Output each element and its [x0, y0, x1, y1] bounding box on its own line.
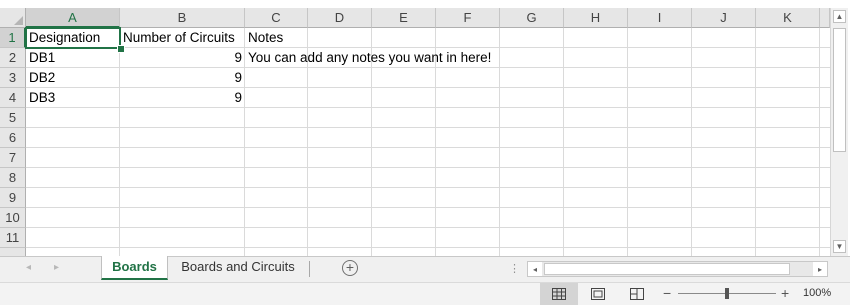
column-header-j[interactable]: J — [692, 8, 756, 28]
cell-a3[interactable]: DB2 — [26, 68, 120, 88]
row-header-9[interactable]: 9 — [0, 188, 26, 208]
sheet-tab-bar: ◂ ▸ Boards Boards and Circuits + ⋮ ◂ ▸ — [0, 256, 850, 282]
row-header-5[interactable]: 5 — [0, 108, 26, 128]
gridline — [691, 28, 692, 256]
cell-a2[interactable]: DB1 — [26, 48, 120, 68]
gridline — [26, 247, 830, 248]
row-header-12-partial — [0, 248, 26, 256]
column-header-f[interactable]: F — [436, 8, 500, 28]
column-header-b[interactable]: B — [120, 8, 245, 28]
column-header-i[interactable]: I — [628, 8, 692, 28]
row-header-3[interactable]: 3 — [0, 68, 26, 88]
normal-view-icon — [552, 288, 566, 300]
row-header-1[interactable]: 1 — [0, 28, 26, 48]
cell-c1[interactable]: Notes — [245, 28, 308, 48]
sheet-tab-boards-and-circuits[interactable]: Boards and Circuits — [170, 256, 306, 280]
vertical-scroll-thumb[interactable] — [833, 28, 846, 152]
gridline — [26, 207, 830, 208]
column-header-g[interactable]: G — [500, 8, 564, 28]
zoom-in-button[interactable]: + — [781, 285, 789, 301]
next-sheet-icon[interactable]: ▸ — [54, 262, 59, 273]
cell-a4[interactable]: DB3 — [26, 88, 120, 108]
add-sheet-icon[interactable]: + — [342, 260, 358, 276]
page-layout-icon — [591, 288, 605, 300]
fill-handle[interactable] — [117, 45, 125, 53]
tab-split-handle-icon[interactable]: ⋮ — [509, 262, 520, 275]
scroll-up-button[interactable]: ▲ — [833, 10, 846, 23]
horizontal-scroll-thumb[interactable] — [544, 263, 790, 275]
horizontal-scrollbar[interactable]: ◂ ▸ — [527, 261, 828, 277]
gridline — [563, 28, 564, 256]
cell-b2[interactable]: 9 — [120, 48, 245, 68]
active-cell-selection — [25, 27, 121, 49]
scroll-left-button[interactable]: ◂ — [528, 262, 542, 276]
row-header-4[interactable]: 4 — [0, 88, 26, 108]
zoom-out-button[interactable]: − — [663, 285, 671, 301]
column-header-h[interactable]: H — [564, 8, 628, 28]
cell-c2[interactable]: You can add any notes you want in here! — [245, 48, 545, 68]
cell-b4[interactable]: 9 — [120, 88, 245, 108]
row-header-2[interactable]: 2 — [0, 48, 26, 68]
column-header-a[interactable]: A — [26, 8, 120, 28]
sheet-tab-boards[interactable]: Boards — [101, 256, 168, 280]
page-break-icon — [630, 288, 644, 300]
page-layout-view-button[interactable] — [579, 283, 617, 305]
zoom-slider-thumb[interactable] — [725, 288, 729, 299]
gridline — [26, 127, 830, 128]
zoom-level[interactable]: 100% — [803, 287, 831, 299]
cell-b3[interactable]: 9 — [120, 68, 245, 88]
row-header-7[interactable]: 7 — [0, 148, 26, 168]
normal-view-button[interactable] — [540, 283, 578, 305]
vertical-scrollbar[interactable]: ▲ ▼ — [830, 8, 848, 256]
column-header-c[interactable]: C — [245, 8, 308, 28]
select-all-corner[interactable] — [0, 8, 26, 28]
gridline — [26, 227, 830, 228]
row-header-8[interactable]: 8 — [0, 168, 26, 188]
gridline — [26, 147, 830, 148]
column-header-e[interactable]: E — [372, 8, 436, 28]
gridline — [627, 28, 628, 256]
cell-b1[interactable]: Number of Circuits — [120, 28, 245, 48]
page-break-view-button[interactable] — [618, 283, 656, 305]
row-header-10[interactable]: 10 — [0, 208, 26, 228]
scroll-right-button[interactable]: ▸ — [813, 262, 827, 276]
tab-divider — [309, 261, 310, 277]
gridline — [26, 167, 830, 168]
gridline — [26, 187, 830, 188]
column-header-k[interactable]: K — [756, 8, 820, 28]
row-header-6[interactable]: 6 — [0, 128, 26, 148]
status-bar: − + 100% — [0, 282, 850, 305]
spreadsheet-grid[interactable]: A B C D E F G H I J K 1 2 3 4 5 6 7 8 9 … — [0, 0, 850, 256]
row-header-11[interactable]: 11 — [0, 228, 26, 248]
column-header-partial — [820, 8, 830, 28]
column-header-d[interactable]: D — [308, 8, 372, 28]
gridline — [755, 28, 756, 256]
prev-sheet-icon[interactable]: ◂ — [26, 262, 31, 273]
scroll-down-button[interactable]: ▼ — [833, 240, 846, 253]
gridline — [819, 28, 820, 256]
